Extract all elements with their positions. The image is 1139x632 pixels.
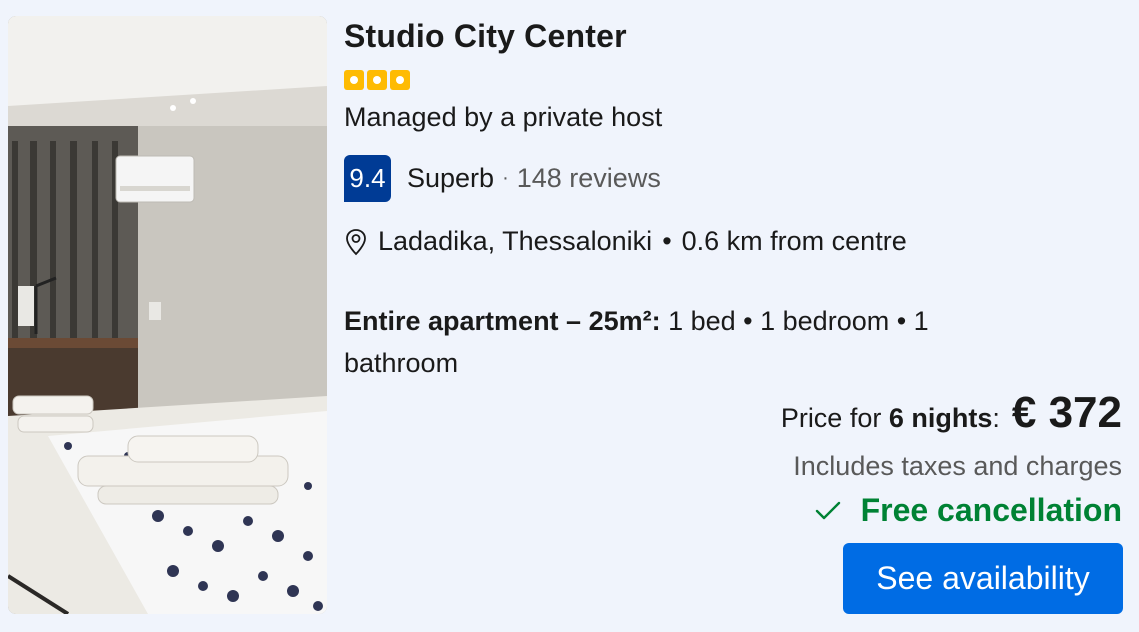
total-price: € 372 xyxy=(1011,388,1122,437)
separator: • xyxy=(662,226,672,256)
property-card[interactable]: Studio City Center Managed by a private … xyxy=(0,0,1139,632)
see-availability-button[interactable]: See availability xyxy=(843,543,1123,614)
host-label: Managed by a private host xyxy=(344,102,663,132)
property-photo[interactable] xyxy=(8,16,327,614)
price-summary: Price for 6 nights: € 372 xyxy=(781,388,1122,438)
rating-dot-icon xyxy=(390,70,410,90)
unit-type: Entire apartment – 25m²: xyxy=(344,306,661,336)
taxes-note: Includes taxes and charges xyxy=(793,451,1122,481)
distance-from-centre: 0.6 km from centre xyxy=(681,226,907,256)
review-summary[interactable]: 9.4 Superb · 148 reviews xyxy=(344,155,661,202)
nights-count: 6 nights xyxy=(888,403,993,433)
checkmark-icon xyxy=(815,500,841,522)
location-row[interactable]: Ladadika, Thessaloniki • 0.6 km from cen… xyxy=(344,226,907,257)
free-cancellation: Free cancellation xyxy=(815,492,1122,529)
review-score-word: Superb xyxy=(407,163,495,193)
review-score-badge: 9.4 xyxy=(344,155,391,202)
map-pin-icon xyxy=(344,228,368,256)
review-count: 148 reviews xyxy=(516,163,661,193)
unit-description: Entire apartment – 25m²: 1 bed • 1 bedro… xyxy=(344,300,1024,384)
price-colon: : xyxy=(992,403,1000,433)
rating-dot-icon xyxy=(367,70,387,90)
free-cancellation-label: Free cancellation xyxy=(860,492,1122,528)
separator: · xyxy=(502,167,509,189)
star-rating xyxy=(344,70,410,90)
location-area[interactable]: Ladadika, Thessaloniki xyxy=(378,226,652,257)
rating-dot-icon xyxy=(344,70,364,90)
price-prefix: Price for xyxy=(780,403,882,433)
property-title[interactable]: Studio City Center xyxy=(344,18,627,55)
